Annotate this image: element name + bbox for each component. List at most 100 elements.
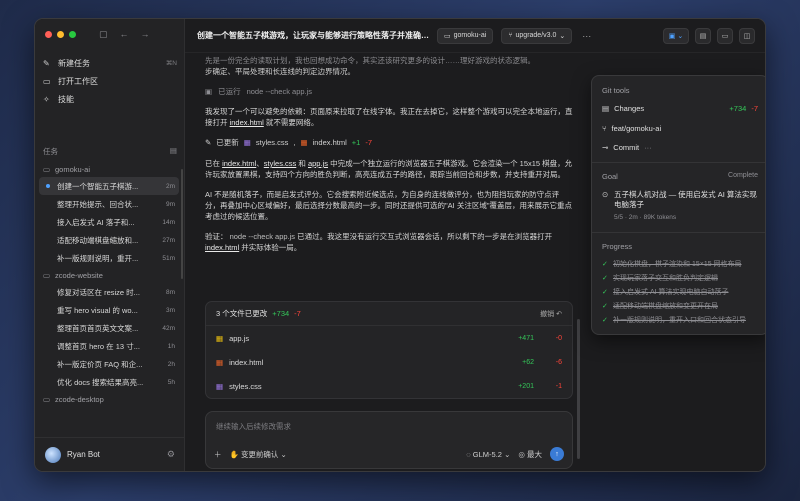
message-paragraph: 已在 index.html、styles.css 和 app.js 中完成一个独… [205,159,573,179]
html-file-icon: ▦ [300,138,308,147]
terminal-icon[interactable]: ▭ [717,28,733,44]
task-item[interactable]: 接入启发式 AI 落子和... 14m [39,213,179,231]
tasks-section-header: 任务 ▤ [43,146,177,157]
file-diff-icon: ▤ [602,104,610,113]
page-title: 创建一个智能五子棋游戏，让玩家与能够进行策略性落子并准确判... [197,31,429,40]
active-dot-icon [46,184,50,188]
add-icon[interactable]: ＋ [214,449,222,460]
js-file-icon: ▦ [216,333,224,343]
progress-list: ✓ 初始化棋盘，棋子渲染和 15×15 网格布局 ✓ 实现玩家落子交互和胜负判定逻辑… [602,258,758,328]
app-window: ▢ ← → ✎ 新建任务 ⌘N ▭ 打开工作区 ✧ 技能 任务 ▤ ▭ gomo… [34,18,766,472]
main-scrollbar[interactable] [577,319,580,459]
mode-selector[interactable]: ✋ 变更前确认 ⌄ [230,449,287,460]
composer-toolbar: ＋ ✋ 变更前确认 ⌄ ◌ GLM-5.2 ⌄ ◎ 最大 ↑ [214,447,564,461]
folder-icon: ▭ [444,32,451,40]
project-chip[interactable]: ▭ gomoku-ai [437,27,494,44]
new-task-button[interactable]: ✎ 新建任务 ⌘N [43,55,177,71]
task-item[interactable]: 整理首页首页英文文案... 42m [39,319,179,337]
terminal-icon: ▣ [205,87,213,96]
more-button[interactable]: ··· [582,31,591,41]
goal-heading: Goal [602,172,618,181]
branch-chip[interactable]: ⑂ upgrade/v3.0 ⌄ [501,27,573,44]
undo-icon: ↶ [556,310,562,318]
sidebar-toggle-icon[interactable]: ▢ [99,29,108,40]
task-item[interactable]: 调整首页 hero 在 13 寸... 1h [39,337,179,355]
avatar[interactable] [45,446,61,463]
undo-button[interactable]: 撤销 ↶ [540,309,562,319]
task-item[interactable]: 创建一个智能五子棋游... 2m [39,177,179,195]
open-in-editor-button[interactable]: ▣ ⌄ [663,28,689,44]
css-file-icon: ▦ [216,381,224,391]
goal-icon: ⊙ [602,190,609,199]
archive-icon[interactable]: ▤ [170,146,177,157]
goal-meta: 5/5 · 2m · 89K tokens [614,214,677,221]
folder-icon: ▭ [43,164,51,174]
message-paragraph: AI 不是随机落子，而是启发式评分。它会搜索附近候选点，为自身的连线做评分，也为… [205,190,572,221]
edit-icon: ✎ [43,58,50,68]
commit-icon: ⊸ [602,143,609,152]
gear-icon[interactable]: ⚙ [167,449,175,460]
changes-header: 3 个文件已更改 +734 -7 撤销 ↶ [206,302,572,326]
chevron-down-icon: ⌄ [559,32,566,40]
css-file-icon: ▦ [243,138,251,147]
open-workspace-button[interactable]: ▭ 打开工作区 [43,73,177,89]
progress-item: ✓ 接入启发式 AI 算法实现电脑自动落子 [602,288,729,296]
model-selector[interactable]: ◌ GLM-5.2 ⌄ [466,450,510,459]
check-circle-icon: ✓ [602,274,608,282]
window-controls [45,31,76,38]
file-edit-summary[interactable]: ✎ 已更新 ▦ styles.css , ▦ index.html +1 -7 [205,137,573,148]
effort-selector[interactable]: ◎ 最大 [518,449,542,460]
task-item[interactable]: 补一版定价页 FAQ 和企... 2h [39,355,179,373]
changed-file-row[interactable]: ▦ app.js +471 -0 [206,326,572,350]
split-view-icon[interactable]: ◫ [739,28,755,44]
forward-arrow-icon[interactable]: → [141,29,150,40]
task-item[interactable]: 重写 hero visual 的 wo... 3m [39,301,179,319]
message-paragraph: 验证： node --check app.js 已通过。我这里没有运行交互式浏览… [205,232,553,252]
back-arrow-icon[interactable]: ← [120,29,129,40]
spinner-icon: ◌ [466,449,471,459]
goal-status: Complete [728,172,758,179]
minimize-window-button[interactable] [57,31,64,38]
task-item[interactable]: 修复对话区在 resize 时... 8m [39,283,179,301]
check-circle-icon: ✓ [602,260,608,268]
progress-item: ✓ 初始化棋盘，棋子渲染和 15×15 网格布局 [602,260,742,268]
project-zcode-website[interactable]: ▭ zcode-website [39,267,179,283]
send-button[interactable]: ↑ [550,447,564,461]
changed-file-row[interactable]: ▦ index.html +62 -6 [206,350,572,374]
changes-row[interactable]: ▤ Changes +734 -7 [602,104,758,113]
top-right-actions: ▣ ⌄ ▤ ▭ ◫ [663,28,755,44]
task-list: ▭ gomoku-ai 创建一个智能五子棋游... 2m 整理开始提示、回合状.… [39,161,179,407]
command-run[interactable]: ▣ 已运行 node --check app.js [205,86,573,97]
gauge-icon: ◎ [518,449,525,459]
close-window-button[interactable] [45,31,52,38]
user-name: Ryan Bot [67,450,100,459]
pencil-icon: ✎ [205,138,212,147]
task-item[interactable]: 整理开始提示、回合状... 9m [39,195,179,213]
progress-heading: Progress [602,242,633,251]
task-item[interactable]: 优化 docs 搜索结果高亮... 5h [39,373,179,391]
sparkle-icon: ✧ [43,94,50,104]
message-paragraph: 我发现了一个可以避免的依赖：页面原来拉取了在线字体。我正在去掉它，这样整个游戏可… [205,107,573,127]
folder-icon: ▭ [43,76,51,86]
hand-icon: ✋ [229,449,239,459]
branch-icon: ⑂ [602,124,607,133]
project-gomoku-ai[interactable]: ▭ gomoku-ai [39,161,179,177]
commit-row[interactable]: ⊸ Commit ··· [602,143,758,152]
task-item[interactable]: 补一版规则说明，重开... 51m [39,249,179,267]
skills-button[interactable]: ✧ 技能 [43,91,177,107]
folder-icon: ▭ [43,394,51,404]
branch-row[interactable]: ⑂ feat/gomoku-ai [602,124,758,133]
sidebar-scrollbar[interactable] [181,169,183,279]
project-zcode-desktop[interactable]: ▭ zcode-desktop [39,391,179,407]
task-item[interactable]: 适配移动端棋盘缩放和... 27m [39,231,179,249]
panel-title: Git tools [602,86,630,95]
git-tools-panel: Git tools ▤ Changes +734 -7 ⑂ feat/gomok… [591,75,765,335]
composer[interactable]: 继续输入后续修改需求 ＋ ✋ 变更前确认 ⌄ ◌ GLM-5.2 ⌄ ◎ 最大 … [205,411,573,469]
sidebar: ▢ ← → ✎ 新建任务 ⌘N ▭ 打开工作区 ✧ 技能 任务 ▤ ▭ gomo… [35,19,185,471]
zoom-window-button[interactable] [69,31,76,38]
message-input[interactable]: 继续输入后续修改需求 [216,421,291,432]
folder-icon: ▭ [43,270,51,280]
html-file-icon: ▦ [216,357,224,367]
changed-file-row[interactable]: ▦ styles.css +201 -1 [206,374,572,398]
panel-toggle-icon[interactable]: ▤ [695,28,711,44]
